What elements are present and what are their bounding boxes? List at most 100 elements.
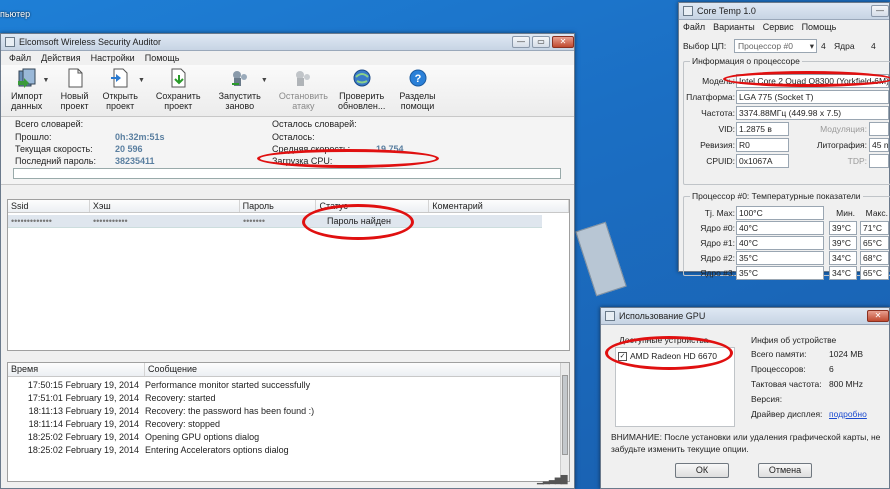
desktop-gadget (575, 221, 627, 297)
device-info-label: Инфия об устройстве (751, 335, 837, 345)
check-updates-icon (351, 67, 373, 89)
menu-options[interactable]: Варианты (713, 22, 755, 32)
cpu-select-label: Выбор ЦП: (683, 41, 727, 51)
log-header: Время Сообщение (8, 363, 569, 377)
dialog-title: Использование GPU (619, 311, 706, 321)
warning-text: ВНИМАНИЕ: После установки или удаления г… (611, 432, 881, 454)
open-project-button[interactable]: Открыть проект ▼ (102, 67, 145, 111)
total-dicts-label: Всего словарей: (15, 119, 84, 129)
minimize-button[interactable]: — (871, 5, 889, 17)
menu-help[interactable]: Помощь (145, 53, 180, 63)
help-icon: ? (407, 67, 429, 89)
import-data-label: Импорт данных (11, 91, 43, 111)
annotation-ellipse (723, 71, 890, 87)
save-project-button[interactable]: Сохранить проект (156, 67, 201, 111)
coretemp-titlebar[interactable]: Core Temp 1.0 — (679, 3, 889, 20)
app-icon (683, 6, 693, 16)
open-project-label: Открыть проект (102, 91, 138, 111)
group-title: Процессор #0: Температурные показатели (690, 191, 863, 201)
help-topics-button[interactable]: ? Разделы помощи (399, 67, 436, 111)
max-header: Макс. (865, 208, 888, 218)
chevron-down-icon[interactable]: ▼ (43, 77, 50, 84)
stop-attack-button[interactable]: Остановить атаку (279, 67, 328, 111)
menu-settings[interactable]: Настройки (91, 53, 135, 63)
check-updates-button[interactable]: Проверить обновлен... (338, 67, 385, 111)
annotation-ellipse (605, 336, 733, 370)
core-current-temp: 35°C (736, 251, 824, 265)
core-label: Ядро #3: (700, 268, 735, 278)
core-min-temp: 34°C (829, 266, 857, 280)
log-panel: Время Сообщение 17:50:15 February 19, 20… (7, 362, 570, 482)
menubar: Файл Варианты Сервис Помощь (679, 20, 889, 34)
menu-actions[interactable]: Действия (41, 53, 80, 63)
restart-button[interactable]: Запустить заново ▼ (218, 67, 268, 111)
app-icon (5, 37, 15, 47)
coretemp-window: Core Temp 1.0 — Файл Варианты Сервис Пом… (678, 2, 890, 280)
lithography-label: Литография: (816, 140, 867, 150)
driver-details-link[interactable]: подробно (829, 408, 867, 420)
core-min-temp: 39°C (829, 236, 857, 250)
frequency-value: 3374.88МГц (449.98 x 7.5) (736, 106, 889, 120)
modulation-value (869, 122, 889, 136)
col-comment[interactable]: Коментарий (429, 200, 569, 212)
log-row: 18:25:02 February 19, 2014 Entering Accel… (27, 445, 289, 455)
window-title: Elcomsoft Wireless Security Auditor (19, 37, 162, 47)
cpu-select-dropdown[interactable]: Процессор #0 (734, 39, 817, 53)
core-max-temp: 65°C (860, 266, 889, 280)
desktop-icon-label[interactable]: пьютер (0, 9, 30, 19)
group-title: Информация о процессоре (690, 56, 802, 66)
col-message[interactable]: Сообщение (145, 363, 569, 376)
table-row[interactable]: ••••••••••••• ••••••••••• ••••••• Пароль… (8, 215, 542, 228)
import-icon (16, 67, 38, 89)
threads-count: 4 (871, 41, 876, 51)
window-title: Core Temp 1.0 (697, 6, 756, 16)
log-row: 18:11:13 February 19, 2014 Recovery: the … (28, 406, 315, 416)
svg-text:?: ? (414, 73, 421, 85)
restart-label: Запустить заново (218, 91, 261, 111)
ewsa-titlebar[interactable]: Elcomsoft Wireless Security Auditor — ▭ … (1, 34, 574, 51)
network-list: Ssid Хэш Пароль Статус Коментарий ••••••… (7, 199, 570, 351)
ok-button[interactable]: ОК (675, 463, 729, 478)
cpuid-label: CPUID: (706, 156, 735, 166)
maximize-button[interactable]: ▭ (532, 36, 550, 48)
menu-help[interactable]: Помощь (802, 22, 837, 32)
chevron-down-icon[interactable]: ▼ (138, 77, 145, 84)
log-scrollbar[interactable] (560, 363, 569, 481)
min-header: Мин. (836, 208, 855, 218)
chevron-down-icon[interactable]: ▼ (261, 77, 268, 84)
col-password[interactable]: Пароль (240, 200, 317, 212)
row-hash: ••••••••••• (93, 216, 128, 226)
core-label: Ядро #1: (700, 238, 735, 248)
cores-count: 4 (821, 41, 826, 51)
core-current-temp: 40°C (736, 221, 824, 235)
menu-file[interactable]: Файл (9, 53, 31, 63)
elapsed-label: Прошло: (15, 132, 52, 142)
gpu-titlebar[interactable]: Использование GPU ✕ (601, 308, 889, 325)
signal-icon: ▁▂▃▅▇ (537, 474, 568, 484)
import-data-button[interactable]: Импорт данных ▼ (11, 67, 49, 111)
col-hash[interactable]: Хэш (90, 200, 240, 212)
close-button[interactable]: ✕ (552, 36, 574, 48)
menu-tools[interactable]: Сервис (763, 22, 794, 32)
core-min-temp: 34°C (829, 251, 857, 265)
open-project-icon (109, 67, 131, 89)
remaining-label: Осталось: (272, 132, 315, 142)
core-max-temp: 65°C (860, 236, 889, 250)
close-button[interactable]: ✕ (867, 310, 889, 322)
minimize-button[interactable]: — (512, 36, 530, 48)
last-password-label: Последний пароль: (15, 156, 96, 166)
cancel-button[interactable]: Отмена (758, 463, 812, 478)
col-ssid[interactable]: Ssid (8, 200, 90, 212)
new-project-button[interactable]: Новый проект (60, 67, 89, 111)
row-comment (430, 215, 542, 227)
driver-label: Драйвер дисплея: (751, 409, 823, 419)
row-ssid: ••••••••••••• (11, 216, 52, 226)
menu-file[interactable]: Файл (683, 22, 705, 32)
col-time[interactable]: Время (8, 363, 145, 376)
core-label: Ядро #2: (700, 253, 735, 263)
tjmax-label: Tj. Max: (704, 208, 735, 218)
last-password-value: 38235411 (115, 156, 155, 166)
cpuid-value: 0x1067A (736, 154, 789, 168)
coretemp-body: Выбор ЦП: Процессор #0 4 Ядра 4 Информац… (679, 34, 890, 280)
annotation-ellipse (257, 149, 439, 168)
